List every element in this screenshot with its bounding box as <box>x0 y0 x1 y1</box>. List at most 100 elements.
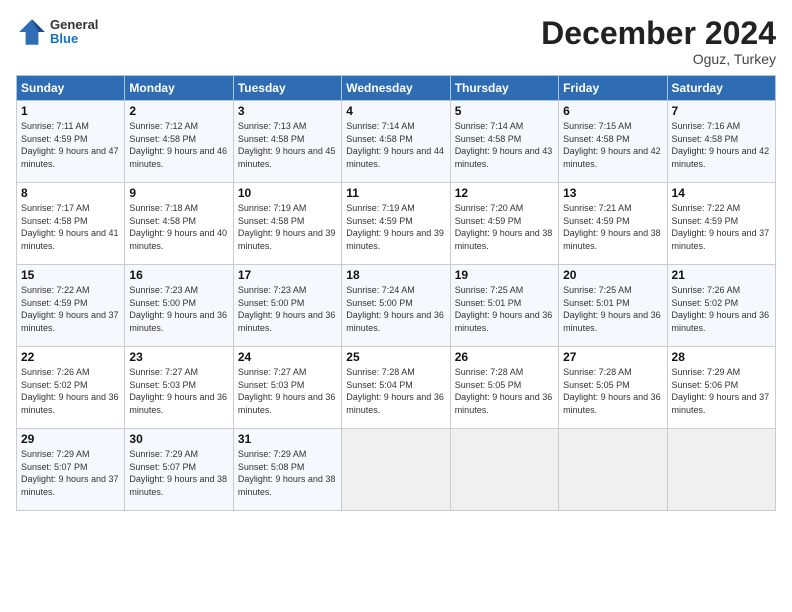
day-info: Sunrise: 7:23 AMSunset: 5:00 PMDaylight:… <box>129 285 227 333</box>
logo: General Blue <box>16 16 98 48</box>
day-info: Sunrise: 7:20 AMSunset: 4:59 PMDaylight:… <box>455 203 553 251</box>
day-number: 11 <box>346 186 445 200</box>
logo-icon <box>16 16 48 48</box>
day-cell: 23Sunrise: 7:27 AMSunset: 5:03 PMDayligh… <box>125 347 233 429</box>
day-cell: 17Sunrise: 7:23 AMSunset: 5:00 PMDayligh… <box>233 265 341 347</box>
week-row-2: 8 Sunrise: 7:17 AMSunset: 4:58 PMDaylight… <box>17 183 776 265</box>
col-header-sunday: Sunday <box>17 76 125 101</box>
location: Oguz, Turkey <box>541 51 776 67</box>
day-info: Sunrise: 7:21 AMSunset: 4:59 PMDaylight:… <box>563 203 661 251</box>
day-info: Sunrise: 7:16 AMSunset: 4:58 PMDaylight:… <box>672 121 770 169</box>
day-number: 9 <box>129 186 228 200</box>
day-cell: 3Sunrise: 7:13 AMSunset: 4:58 PMDaylight… <box>233 101 341 183</box>
day-cell: 5 Sunrise: 7:14 AMSunset: 4:58 PMDaylight… <box>450 101 558 183</box>
day-info: Sunrise: 7:26 AMSunset: 5:02 PMDaylight:… <box>672 285 770 333</box>
day-cell: 12 Sunrise: 7:20 AMSunset: 4:59 PMDayligh… <box>450 183 558 265</box>
day-number: 24 <box>238 350 337 364</box>
day-cell: 24 Sunrise: 7:27 AMSunset: 5:03 PMDayligh… <box>233 347 341 429</box>
day-info: Sunrise: 7:26 AMSunset: 5:02 PMDaylight:… <box>21 367 119 415</box>
day-info: Sunrise: 7:11 AMSunset: 4:59 PMDaylight:… <box>21 121 119 169</box>
col-header-tuesday: Tuesday <box>233 76 341 101</box>
day-number: 23 <box>129 350 228 364</box>
day-number: 22 <box>21 350 120 364</box>
week-row-5: 29Sunrise: 7:29 AMSunset: 5:07 PMDayligh… <box>17 429 776 511</box>
week-row-3: 15 Sunrise: 7:22 AMSunset: 4:59 PMDayligh… <box>17 265 776 347</box>
col-header-friday: Friday <box>559 76 667 101</box>
day-info: Sunrise: 7:15 AMSunset: 4:58 PMDaylight:… <box>563 121 661 169</box>
day-number: 1 <box>21 104 120 118</box>
day-number: 18 <box>346 268 445 282</box>
week-row-4: 22 Sunrise: 7:26 AMSunset: 5:02 PMDayligh… <box>17 347 776 429</box>
day-cell: 20 Sunrise: 7:25 AMSunset: 5:01 PMDayligh… <box>559 265 667 347</box>
day-cell: 2Sunrise: 7:12 AMSunset: 4:58 PMDaylight… <box>125 101 233 183</box>
day-info: Sunrise: 7:29 AMSunset: 5:07 PMDaylight:… <box>129 449 227 497</box>
day-info: Sunrise: 7:14 AMSunset: 4:58 PMDaylight:… <box>346 121 444 169</box>
day-number: 8 <box>21 186 120 200</box>
day-cell: 16 Sunrise: 7:23 AMSunset: 5:00 PMDayligh… <box>125 265 233 347</box>
day-number: 20 <box>563 268 662 282</box>
day-cell: 31 Sunrise: 7:29 AMSunset: 5:08 PMDayligh… <box>233 429 341 511</box>
day-cell: 22 Sunrise: 7:26 AMSunset: 5:02 PMDayligh… <box>17 347 125 429</box>
day-info: Sunrise: 7:28 AMSunset: 5:05 PMDaylight:… <box>563 367 661 415</box>
day-number: 28 <box>672 350 771 364</box>
day-info: Sunrise: 7:28 AMSunset: 5:05 PMDaylight:… <box>455 367 553 415</box>
day-number: 3 <box>238 104 337 118</box>
day-number: 12 <box>455 186 554 200</box>
day-cell: 1 Sunrise: 7:11 AMSunset: 4:59 PMDaylight… <box>17 101 125 183</box>
day-info: Sunrise: 7:28 AMSunset: 5:04 PMDaylight:… <box>346 367 444 415</box>
day-info: Sunrise: 7:18 AMSunset: 4:58 PMDaylight:… <box>129 203 227 251</box>
day-number: 13 <box>563 186 662 200</box>
day-number: 5 <box>455 104 554 118</box>
day-number: 16 <box>129 268 228 282</box>
logo-general: General <box>50 18 98 32</box>
day-cell <box>342 429 450 511</box>
day-info: Sunrise: 7:29 AMSunset: 5:07 PMDaylight:… <box>21 449 119 497</box>
day-info: Sunrise: 7:24 AMSunset: 5:00 PMDaylight:… <box>346 285 444 333</box>
day-info: Sunrise: 7:29 AMSunset: 5:08 PMDaylight:… <box>238 449 336 497</box>
page: General Blue December 2024 Oguz, Turkey … <box>0 0 792 612</box>
day-info: Sunrise: 7:25 AMSunset: 5:01 PMDaylight:… <box>563 285 661 333</box>
day-number: 6 <box>563 104 662 118</box>
day-cell: 14 Sunrise: 7:22 AMSunset: 4:59 PMDayligh… <box>667 183 775 265</box>
day-cell: 25 Sunrise: 7:28 AMSunset: 5:04 PMDayligh… <box>342 347 450 429</box>
day-number: 27 <box>563 350 662 364</box>
logo-blue: Blue <box>50 32 98 46</box>
day-cell: 27 Sunrise: 7:28 AMSunset: 5:05 PMDayligh… <box>559 347 667 429</box>
day-info: Sunrise: 7:22 AMSunset: 4:59 PMDaylight:… <box>21 285 119 333</box>
col-header-thursday: Thursday <box>450 76 558 101</box>
day-info: Sunrise: 7:27 AMSunset: 5:03 PMDaylight:… <box>238 367 336 415</box>
day-info: Sunrise: 7:17 AMSunset: 4:58 PMDaylight:… <box>21 203 119 251</box>
day-cell: 7Sunrise: 7:16 AMSunset: 4:58 PMDaylight… <box>667 101 775 183</box>
day-number: 21 <box>672 268 771 282</box>
calendar-table: SundayMondayTuesdayWednesdayThursdayFrid… <box>16 75 776 511</box>
day-number: 15 <box>21 268 120 282</box>
day-cell: 6 Sunrise: 7:15 AMSunset: 4:58 PMDaylight… <box>559 101 667 183</box>
day-cell: 10Sunrise: 7:19 AMSunset: 4:58 PMDayligh… <box>233 183 341 265</box>
day-cell: 29Sunrise: 7:29 AMSunset: 5:07 PMDayligh… <box>17 429 125 511</box>
day-number: 26 <box>455 350 554 364</box>
title-block: December 2024 Oguz, Turkey <box>541 16 776 67</box>
day-info: Sunrise: 7:25 AMSunset: 5:01 PMDaylight:… <box>455 285 553 333</box>
day-number: 14 <box>672 186 771 200</box>
day-number: 2 <box>129 104 228 118</box>
day-info: Sunrise: 7:22 AMSunset: 4:59 PMDaylight:… <box>672 203 770 251</box>
day-number: 25 <box>346 350 445 364</box>
day-cell: 21 Sunrise: 7:26 AMSunset: 5:02 PMDayligh… <box>667 265 775 347</box>
day-number: 4 <box>346 104 445 118</box>
day-number: 10 <box>238 186 337 200</box>
day-info: Sunrise: 7:19 AMSunset: 4:59 PMDaylight:… <box>346 203 444 251</box>
day-cell: 9 Sunrise: 7:18 AMSunset: 4:58 PMDaylight… <box>125 183 233 265</box>
header: General Blue December 2024 Oguz, Turkey <box>16 16 776 67</box>
day-number: 17 <box>238 268 337 282</box>
week-row-1: 1 Sunrise: 7:11 AMSunset: 4:59 PMDaylight… <box>17 101 776 183</box>
day-number: 31 <box>238 432 337 446</box>
day-cell: 30Sunrise: 7:29 AMSunset: 5:07 PMDayligh… <box>125 429 233 511</box>
day-cell: 4 Sunrise: 7:14 AMSunset: 4:58 PMDaylight… <box>342 101 450 183</box>
day-cell: 13 Sunrise: 7:21 AMSunset: 4:59 PMDayligh… <box>559 183 667 265</box>
logo-text: General Blue <box>50 18 98 47</box>
day-cell: 18 Sunrise: 7:24 AMSunset: 5:00 PMDayligh… <box>342 265 450 347</box>
day-cell: 15 Sunrise: 7:22 AMSunset: 4:59 PMDayligh… <box>17 265 125 347</box>
day-info: Sunrise: 7:14 AMSunset: 4:58 PMDaylight:… <box>455 121 553 169</box>
col-header-monday: Monday <box>125 76 233 101</box>
col-header-wednesday: Wednesday <box>342 76 450 101</box>
